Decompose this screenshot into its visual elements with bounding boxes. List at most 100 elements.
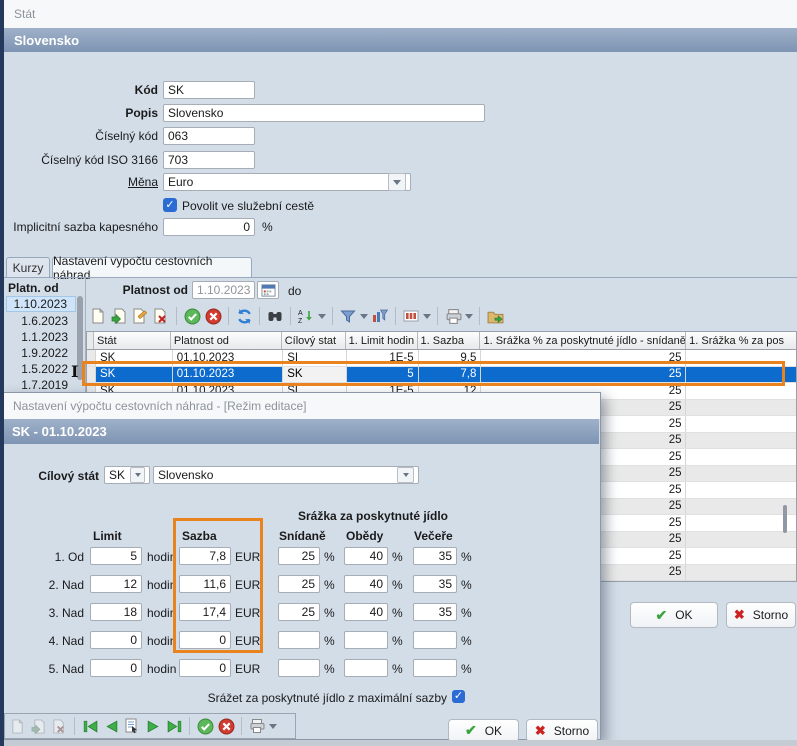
print-icon[interactable]: [248, 717, 266, 735]
first-record-icon[interactable]: [81, 717, 99, 735]
percent-unit: %: [461, 634, 472, 648]
mena-combobox[interactable]: Euro: [163, 173, 411, 191]
storno-button[interactable]: ✖ Storno: [726, 602, 796, 628]
filter-dropdown-icon[interactable]: [360, 314, 368, 319]
breakfast-field[interactable]: [278, 631, 320, 649]
breakfast-field[interactable]: 25: [278, 547, 320, 565]
sort-az-icon[interactable]: AZ: [297, 307, 315, 325]
date-list-item[interactable]: 1.5.2022: [6, 361, 76, 377]
cilovy-stat-code-combobox[interactable]: SK: [104, 466, 150, 484]
search-binoculars-icon[interactable]: [266, 307, 284, 325]
dinner-field[interactable]: 35: [413, 547, 457, 565]
last-record-icon[interactable]: [165, 717, 183, 735]
print-icon[interactable]: [444, 307, 462, 325]
lunch-field[interactable]: 40: [344, 547, 388, 565]
main-window-titlebar: Stát: [4, 0, 797, 29]
filter-values-icon[interactable]: [371, 307, 389, 325]
record-header-bar: Slovensko: [4, 28, 797, 52]
cilovy-stat-name-combobox[interactable]: Slovensko: [153, 466, 419, 484]
ok-button[interactable]: ✔ OK: [630, 602, 718, 628]
columns-icon[interactable]: [402, 307, 420, 325]
tab-nastaveni-nahrad[interactable]: Nastavení vypočtu cestovních náhrad: [52, 257, 252, 278]
filter-icon[interactable]: [339, 307, 357, 325]
breakfast-field[interactable]: [278, 659, 320, 677]
check-icon: ✔: [655, 607, 667, 624]
ciselny-kod-field[interactable]: 063: [163, 127, 255, 145]
delete-record-icon[interactable]: [50, 717, 68, 735]
svg-text:A: A: [298, 310, 303, 317]
column-header[interactable]: 1. Srážka % za pos: [686, 332, 796, 349]
date-list-item[interactable]: 1.10.2023: [6, 296, 76, 312]
limit-field[interactable]: 0: [90, 631, 142, 649]
calendar-button[interactable]: [257, 281, 279, 299]
chevron-down-icon[interactable]: [397, 467, 414, 483]
dates-panel-header: Platn. od: [8, 281, 59, 295]
lunch-field[interactable]: 40: [344, 575, 388, 593]
breakfast-field[interactable]: 25: [278, 575, 320, 593]
rate-field[interactable]: 0: [179, 659, 231, 677]
svg-text:Z: Z: [298, 318, 303, 324]
dialog-header-text: SK - 01.10.2023: [12, 424, 107, 439]
dinner-field[interactable]: 35: [413, 603, 457, 621]
date-list-item[interactable]: 1.9.2022: [6, 345, 76, 361]
max-rate-checkbox[interactable]: ✓: [452, 690, 465, 703]
record-list-icon[interactable]: [123, 717, 141, 735]
text-cursor-pointer: I: [71, 362, 78, 381]
date-list-item[interactable]: 1.1.2023: [6, 329, 76, 345]
popis-field[interactable]: Slovensko: [163, 104, 485, 122]
column-header[interactable]: Stát: [94, 332, 171, 349]
percent-unit: %: [392, 550, 403, 564]
record-header-text: Slovensko: [14, 33, 79, 48]
columns-dropdown-icon[interactable]: [423, 314, 431, 319]
delete-record-icon[interactable]: [152, 307, 170, 325]
accept-icon[interactable]: [183, 307, 201, 325]
limit-field[interactable]: 12: [90, 575, 142, 593]
export-folder-icon[interactable]: [486, 307, 504, 325]
column-header[interactable]: 1. Sazba: [418, 332, 481, 349]
cancel-icon[interactable]: [204, 307, 222, 325]
cancel-icon[interactable]: [217, 717, 235, 735]
limit-field[interactable]: 18: [90, 603, 142, 621]
new-document-icon[interactable]: [89, 307, 107, 325]
refresh-icon[interactable]: [235, 307, 253, 325]
print-dropdown-icon[interactable]: [269, 724, 277, 729]
breakfast-field[interactable]: 25: [278, 603, 320, 621]
limit-field[interactable]: 0: [90, 659, 142, 677]
sort-dropdown-icon[interactable]: [318, 314, 326, 319]
table-scrollbar[interactable]: [783, 505, 787, 533]
import-record-icon[interactable]: [110, 307, 128, 325]
accept-icon[interactable]: [196, 717, 214, 735]
edit-record-icon[interactable]: [131, 307, 149, 325]
date-list-item[interactable]: 1.6.2023: [6, 313, 76, 329]
app-screen: Stát Slovensko Kód SK Popis Slovensko Čí…: [0, 0, 797, 746]
dinner-field[interactable]: 35: [413, 575, 457, 593]
column-header[interactable]: 1. Srážka % za poskytnuté jídlo - snídan…: [480, 332, 686, 349]
povolit-checkbox[interactable]: ✓: [163, 198, 177, 212]
percent-unit: %: [324, 662, 335, 676]
limit-field[interactable]: 5: [90, 547, 142, 565]
import-record-icon[interactable]: [29, 717, 47, 735]
chevron-down-icon[interactable]: [130, 467, 145, 483]
column-header[interactable]: Platnost od: [171, 332, 282, 349]
chevron-down-icon[interactable]: [388, 173, 406, 191]
date-list-item[interactable]: 1.7.2019: [6, 377, 76, 393]
dialog-storno-button[interactable]: ✖ Storno: [526, 719, 598, 742]
tab-kurzy[interactable]: Kurzy: [6, 257, 50, 278]
iso-kod-field[interactable]: 703: [163, 151, 255, 169]
column-header[interactable]: Cílový stat: [282, 332, 346, 349]
next-record-icon[interactable]: [144, 717, 162, 735]
platnost-od-date-field[interactable]: 1.10.2023: [192, 281, 255, 299]
previous-record-icon[interactable]: [102, 717, 120, 735]
dinner-field[interactable]: [413, 631, 457, 649]
dinner-field[interactable]: [413, 659, 457, 677]
implicitni-field[interactable]: 0: [163, 218, 255, 236]
lunch-field[interactable]: 40: [344, 603, 388, 621]
lunch-field[interactable]: [344, 659, 388, 677]
column-header[interactable]: 1. Limit hodin: [346, 332, 418, 349]
kod-field[interactable]: SK: [163, 81, 255, 99]
percent-unit: %: [461, 606, 472, 620]
new-document-icon[interactable]: [8, 717, 26, 735]
dialog-ok-button[interactable]: ✔ OK: [448, 719, 519, 742]
lunch-field[interactable]: [344, 631, 388, 649]
print-dropdown-icon[interactable]: [465, 314, 473, 319]
